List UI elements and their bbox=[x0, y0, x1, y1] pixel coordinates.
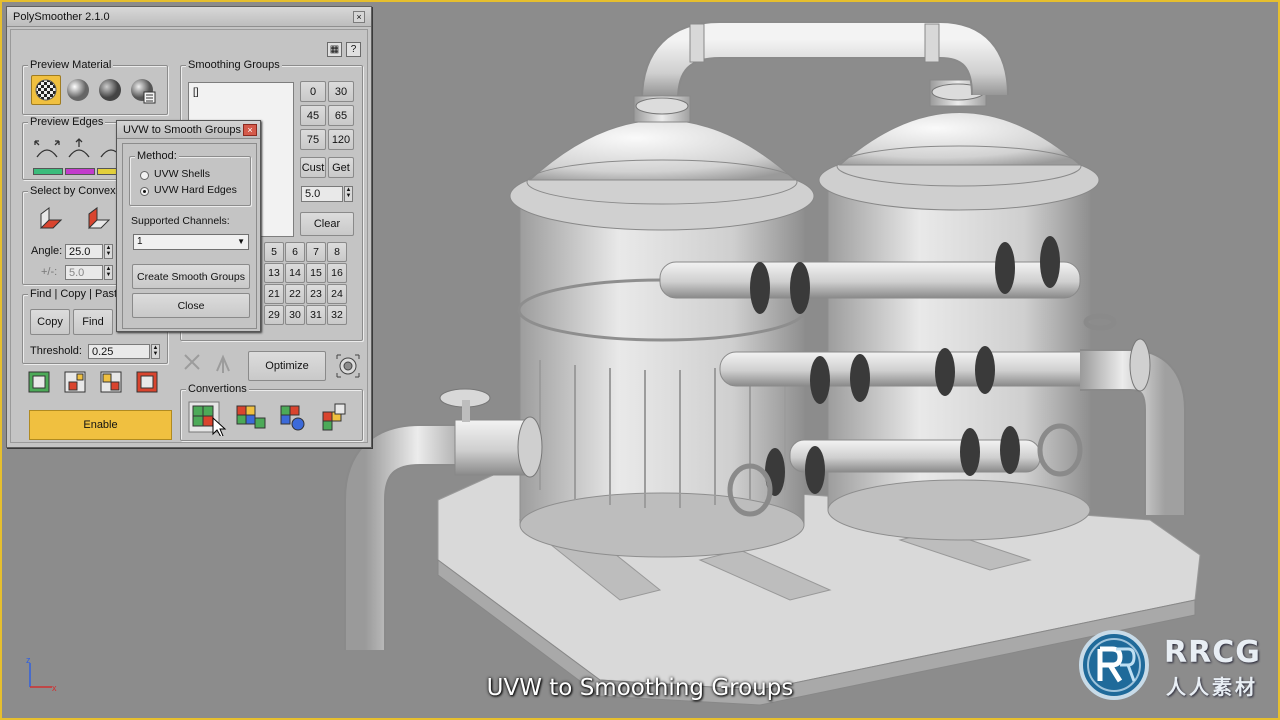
help-button[interactable]: ? bbox=[346, 42, 361, 57]
create-smooth-groups-button[interactable]: Create Smooth Groups bbox=[132, 264, 250, 289]
rrcg-logo-icon bbox=[1079, 630, 1149, 700]
convertions-label: Convertions bbox=[186, 383, 249, 395]
select-convexity-group: Select by Convexi Angle: 25.0 ▲ ▼ +/-: 5.… bbox=[22, 185, 128, 285]
uvw-hard-edges-radio[interactable] bbox=[140, 187, 149, 196]
smoothing-group-button-13[interactable]: 13 bbox=[264, 263, 284, 283]
method-group: Method: UVW Shells UVW Hard Edges bbox=[129, 150, 251, 206]
smoothing-group-button-7[interactable]: 7 bbox=[306, 242, 326, 262]
enable-button[interactable]: Enable bbox=[29, 410, 172, 440]
channel-select-value: 1 bbox=[137, 236, 143, 247]
uvw-hard-edges-label[interactable]: UVW Hard Edges bbox=[154, 184, 237, 196]
dialog-title: UVW to Smooth Groups bbox=[123, 124, 241, 136]
material-editor-icon[interactable] bbox=[129, 77, 157, 105]
smoothing-group-button-5[interactable]: 5 bbox=[264, 242, 284, 262]
tolerance-spinner[interactable]: ▲ ▼ bbox=[104, 265, 113, 280]
threshold-input[interactable]: 0.25 bbox=[88, 344, 150, 359]
custom-angle-button[interactable]: Cust bbox=[300, 157, 326, 178]
target-icon[interactable] bbox=[335, 353, 361, 379]
smoothing-group-button-21[interactable]: 21 bbox=[264, 284, 284, 304]
smoothing-group-button-32[interactable]: 32 bbox=[327, 305, 347, 325]
smoothing-group-entry[interactable]: [] bbox=[193, 87, 199, 98]
find-copy-label: Find | Copy | Past bbox=[28, 288, 120, 300]
angle-0-button[interactable]: 0 bbox=[300, 81, 326, 102]
concave-select-icon[interactable] bbox=[83, 204, 113, 234]
uvw-shells-label[interactable]: UVW Shells bbox=[154, 168, 210, 180]
smoothing-group-button-6[interactable]: 6 bbox=[285, 242, 305, 262]
preview-material-group: Preview Material bbox=[22, 59, 168, 115]
dark-sphere-icon[interactable] bbox=[97, 77, 123, 103]
find-button[interactable]: Find bbox=[73, 309, 113, 335]
angle-input[interactable]: 25.0 bbox=[65, 244, 103, 259]
smoothing-group-button-15[interactable]: 15 bbox=[306, 263, 326, 283]
channel-select[interactable]: 1 ▼ bbox=[133, 234, 249, 250]
convex-select-icon[interactable] bbox=[35, 204, 65, 234]
angle-spinner[interactable]: ▲ ▼ bbox=[104, 244, 113, 259]
watermark: RRCG 人人素材 bbox=[1076, 627, 1276, 703]
settings-icon[interactable]: ▦ bbox=[327, 42, 342, 57]
custom-angle-spinner[interactable]: ▲ ▼ bbox=[344, 186, 353, 202]
smoothing-group-button-29[interactable]: 29 bbox=[264, 305, 284, 325]
angle-75-button[interactable]: 75 bbox=[300, 129, 326, 150]
threshold-label: Threshold: bbox=[30, 345, 82, 357]
uvw-shells-radio[interactable] bbox=[140, 171, 149, 180]
panel-title: PolySmoother 2.1.0 bbox=[13, 11, 110, 23]
method-label: Method: bbox=[135, 150, 179, 162]
tolerance-label: +/-: bbox=[41, 266, 58, 278]
conversion-icons[interactable] bbox=[187, 400, 357, 436]
dialog-titlebar[interactable]: UVW to Smooth Groups × bbox=[117, 121, 260, 139]
angle-45-button[interactable]: 45 bbox=[300, 105, 326, 126]
uvw-smooth-groups-dialog: UVW to Smooth Groups × Method: UVW Shell… bbox=[116, 120, 261, 332]
dialog-close-button[interactable]: × bbox=[243, 124, 257, 136]
smoothing-group-button-8[interactable]: 8 bbox=[327, 242, 347, 262]
smoothing-group-button-16[interactable]: 16 bbox=[327, 263, 347, 283]
checker-sphere-icon[interactable] bbox=[31, 75, 61, 105]
edge-color-swatch-1[interactable] bbox=[33, 168, 63, 175]
get-angle-button[interactable]: Get bbox=[328, 157, 354, 178]
custom-angle-input[interactable]: 5.0 bbox=[301, 186, 343, 202]
watermark-line2: 人人素材 bbox=[1166, 675, 1258, 699]
optimize-button[interactable]: Optimize bbox=[248, 351, 326, 381]
smoothing-group-button-30[interactable]: 30 bbox=[285, 305, 305, 325]
select-convexity-label: Select by Convexi bbox=[28, 185, 121, 197]
smoothing-group-button-31[interactable]: 31 bbox=[306, 305, 326, 325]
smoothing-group-button-14[interactable]: 14 bbox=[285, 263, 305, 283]
dialog-close-action-button[interactable]: Close bbox=[132, 293, 250, 318]
panel-close-button[interactable]: × bbox=[353, 11, 365, 23]
axis-z-label: z bbox=[26, 655, 31, 665]
preview-edges-label: Preview Edges bbox=[28, 116, 106, 128]
preview-material-label: Preview Material bbox=[28, 59, 114, 71]
panel-titlebar[interactable]: PolySmoother 2.1.0 × bbox=[7, 7, 371, 27]
smoothing-group-button-23[interactable]: 23 bbox=[306, 284, 326, 304]
clear-button[interactable]: Clear bbox=[300, 212, 354, 236]
preview-edges-group: Preview Edges bbox=[22, 116, 128, 180]
angle-65-button[interactable]: 65 bbox=[328, 105, 354, 126]
copy-button[interactable]: Copy bbox=[30, 309, 70, 335]
threshold-spinner[interactable]: ▲ ▼ bbox=[151, 344, 160, 359]
disabled-tool-icons bbox=[184, 354, 230, 373]
grey-sphere-icon[interactable] bbox=[65, 77, 91, 103]
watermark-line1: RRCG bbox=[1164, 635, 1261, 670]
dialog-body: Method: UVW Shells UVW Hard Edges Suppor… bbox=[122, 143, 257, 329]
angle-120-button[interactable]: 120 bbox=[328, 129, 354, 150]
panel-top-icons: ▦ ? bbox=[327, 42, 361, 57]
smoothing-group-button-24[interactable]: 24 bbox=[327, 284, 347, 304]
smoothing-groups-label: Smoothing Groups bbox=[186, 59, 282, 71]
angle-30-button[interactable]: 30 bbox=[328, 81, 354, 102]
chevron-down-icon: ▼ bbox=[237, 237, 245, 246]
supported-channels-label: Supported Channels: bbox=[131, 215, 230, 227]
selection-tool-icons[interactable] bbox=[27, 370, 167, 396]
edge-color-swatch-2[interactable] bbox=[65, 168, 95, 175]
angle-label: Angle: bbox=[31, 245, 63, 257]
tolerance-input[interactable]: 5.0 bbox=[65, 265, 103, 280]
smoothing-group-button-22[interactable]: 22 bbox=[285, 284, 305, 304]
